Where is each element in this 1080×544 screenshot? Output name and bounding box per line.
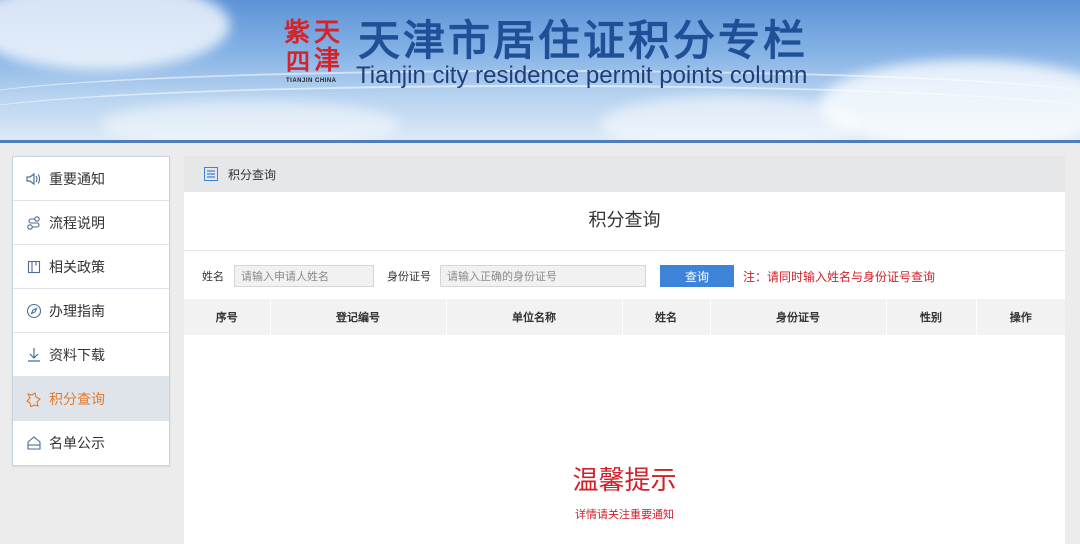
points-query-panel: 积分查询 积分查询 姓名 身份证号 查询 注：请同时输入姓名与身份证号查询 序号… xyxy=(184,156,1065,544)
header-banner: 天 津 紫 四 TIANJIN CHINA 天津市居住证积分专栏 Tianjin… xyxy=(0,0,1080,140)
column-header: 身份证号 xyxy=(710,299,887,335)
sidebar-item-label: 办理指南 xyxy=(49,303,105,320)
sidebar-item-downloads[interactable]: 资料下载 xyxy=(13,333,169,377)
column-header: 序号 xyxy=(184,299,271,335)
column-header: 姓名 xyxy=(622,299,711,335)
flow-icon xyxy=(25,214,43,232)
tianjin-seal-logo: 天 津 紫 四 TIANJIN CHINA xyxy=(284,18,341,84)
sidebar-item-policies[interactable]: 相关政策 xyxy=(13,245,169,289)
search-form: 姓名 身份证号 查询 注：请同时输入姓名与身份证号查询 xyxy=(184,251,1065,299)
query-button[interactable]: 查询 xyxy=(660,265,734,287)
id-number-input[interactable] xyxy=(440,265,646,287)
download-icon xyxy=(25,346,43,364)
wave-decoration xyxy=(0,85,1080,140)
sidebar-item-public-list[interactable]: 名单公示 xyxy=(13,421,169,465)
sidebar-item-label: 重要通知 xyxy=(49,171,105,188)
results-table: 序号 登记编号 单位名称 姓名 身份证号 性别 操作 xyxy=(184,299,1065,335)
sidebar-nav: 重要通知 流程说明 相关政策 办理指南 资料下载 积分查询 名单公示 xyxy=(12,156,170,466)
page-title: 积分查询 xyxy=(184,192,1065,251)
sidebar-item-points-query[interactable]: 积分查询 xyxy=(13,377,169,421)
tip-title: 温馨提示 xyxy=(572,466,677,496)
site-title: 天津市居住证积分专栏 xyxy=(358,17,809,64)
id-label: 身份证号 xyxy=(387,270,431,283)
compass-icon xyxy=(25,302,43,320)
speaker-icon xyxy=(25,170,43,188)
sidebar-item-label: 资料下载 xyxy=(49,347,105,364)
sidebar-item-guide[interactable]: 办理指南 xyxy=(13,289,169,333)
query-icon xyxy=(25,390,43,408)
column-header: 登记编号 xyxy=(270,299,447,335)
cloud-decoration xyxy=(0,0,230,70)
list-icon xyxy=(204,167,218,181)
table-header-row: 序号 登记编号 单位名称 姓名 身份证号 性别 操作 xyxy=(184,299,1065,335)
sidebar-item-process[interactable]: 流程说明 xyxy=(13,201,169,245)
column-header: 操作 xyxy=(976,299,1065,335)
banner-divider xyxy=(0,140,1080,143)
breadcrumb: 积分查询 xyxy=(184,156,1065,192)
sidebar-item-label: 流程说明 xyxy=(49,215,105,232)
breadcrumb-label: 积分查询 xyxy=(228,167,277,182)
sidebar-item-label: 积分查询 xyxy=(49,391,105,408)
name-label: 姓名 xyxy=(202,270,224,283)
site-subtitle: Tianjin city residence permit points col… xyxy=(356,62,808,89)
column-header: 性别 xyxy=(886,299,977,335)
sidebar-item-label: 名单公示 xyxy=(49,436,105,452)
tip-subtitle: 详情请关注重要通知 xyxy=(575,508,674,521)
query-note: 注：请同时输入姓名与身份证号查询 xyxy=(743,270,936,284)
building-icon xyxy=(25,258,43,276)
name-input[interactable] xyxy=(234,265,374,287)
home-icon xyxy=(25,434,43,452)
column-header: 单位名称 xyxy=(446,299,623,335)
sidebar-item-notices[interactable]: 重要通知 xyxy=(13,157,169,201)
sidebar-item-label: 相关政策 xyxy=(49,259,105,276)
